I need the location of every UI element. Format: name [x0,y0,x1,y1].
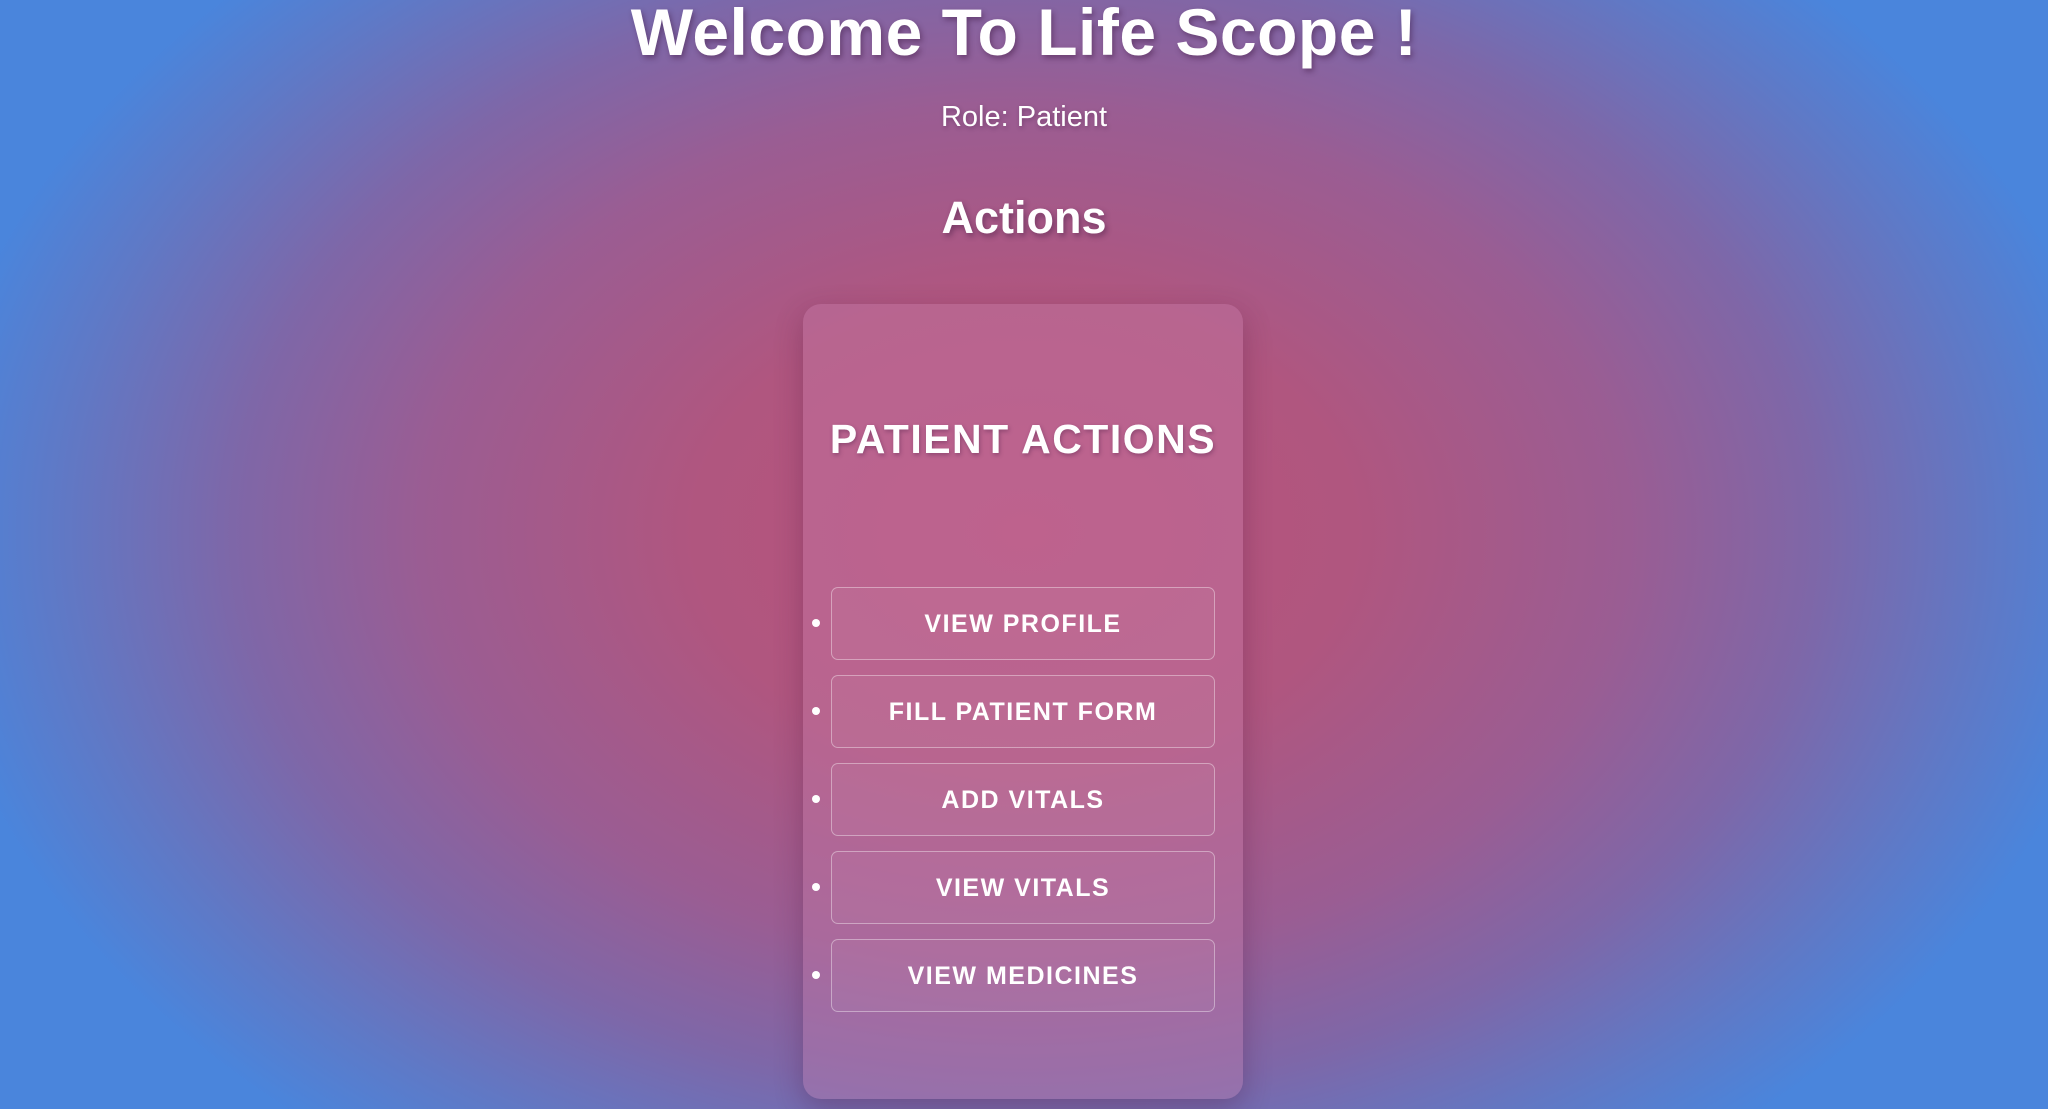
actions-list: VIEW PROFILE FILL PATIENT FORM ADD VITAL… [803,587,1243,1027]
add-vitals-button[interactable]: ADD VITALS [831,763,1215,836]
bullet-icon [812,707,820,715]
bullet-icon [812,795,820,803]
bullet-icon [812,971,820,979]
list-item: VIEW MEDICINES [803,939,1243,1013]
page-title: Welcome To Life Scope ! [630,0,1418,69]
view-vitals-button[interactable]: VIEW VITALS [831,851,1215,924]
list-item: VIEW PROFILE [803,587,1243,661]
view-profile-button[interactable]: VIEW PROFILE [831,587,1215,660]
fill-patient-form-button[interactable]: FILL PATIENT FORM [831,675,1215,748]
bullet-icon [812,619,820,627]
actions-heading: Actions [941,192,1107,243]
view-medicines-button[interactable]: VIEW MEDICINES [831,939,1215,1012]
list-item: FILL PATIENT FORM [803,675,1243,749]
role-label: Role: Patient [940,101,1108,133]
list-item: ADD VITALS [803,763,1243,837]
patient-actions-card: PATIENT ACTIONS VIEW PROFILE FILL PATIEN… [803,304,1243,1099]
list-item: VIEW VITALS [803,851,1243,925]
bullet-icon [812,883,820,891]
card-title: PATIENT ACTIONS [829,416,1217,462]
